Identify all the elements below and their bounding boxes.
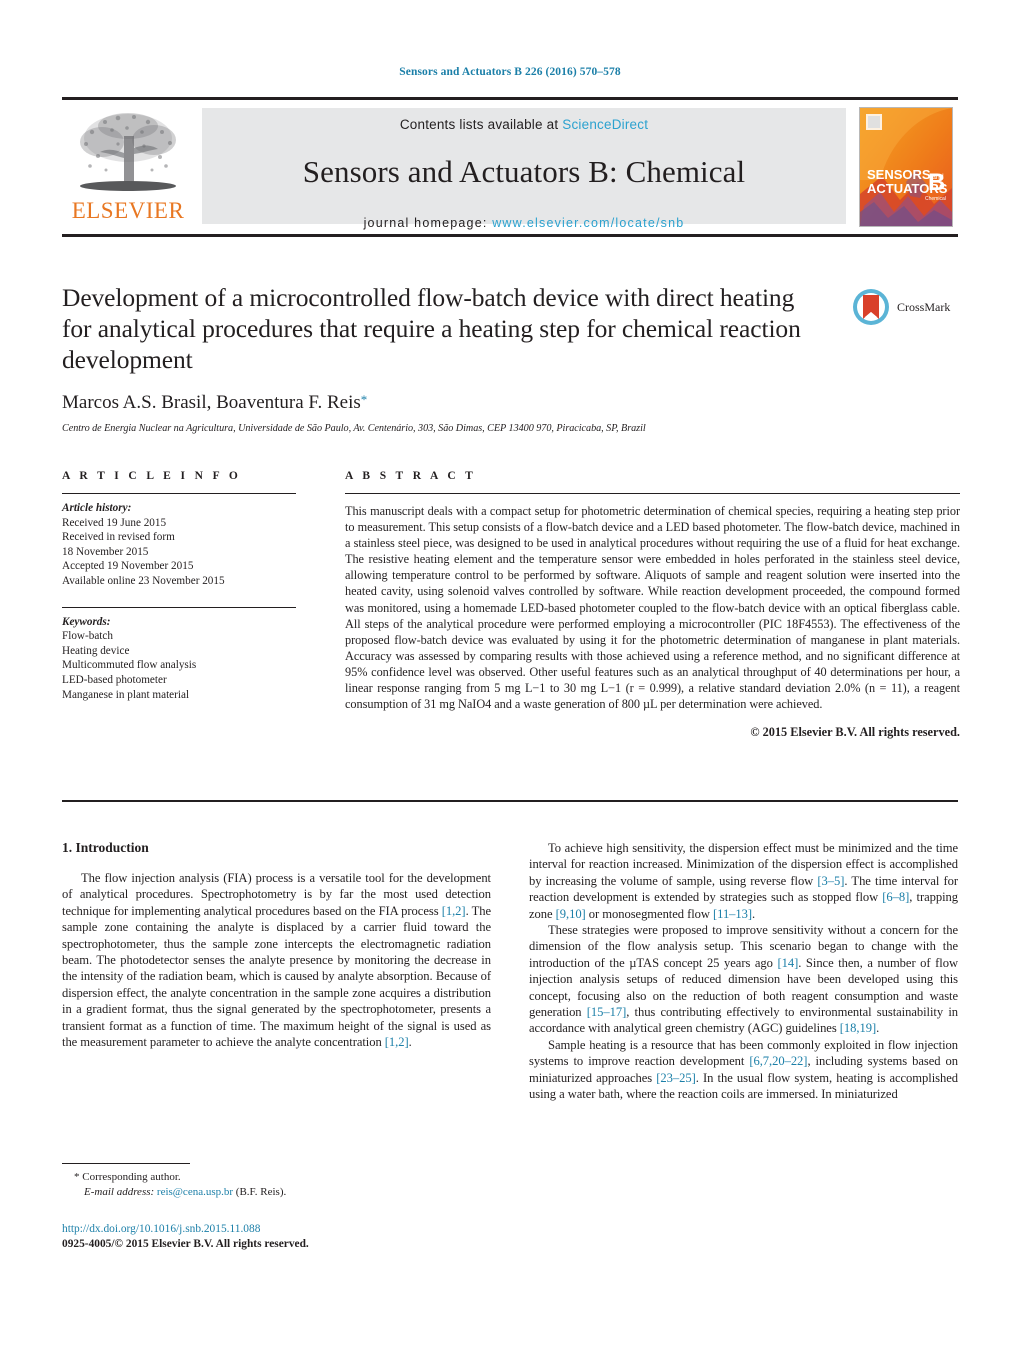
journal-cover-block: SENSORS and ACTUATORS B Chemical [854,100,958,234]
keyword-item: Heating device [62,644,130,657]
keywords-block: Keywords: Flow-batch Heating device Mult… [62,615,296,703]
citation-ref[interactable]: [23–25] [656,1071,696,1085]
citation-ref[interactable]: [15–17] [587,1005,627,1019]
homepage-prefix: journal homepage: [363,216,493,230]
paper-page: Sensors and Actuators B 226 (2016) 570–5… [0,0,1020,1351]
contents-prefix: Contents lists available at [399,117,563,132]
svg-text:SENSORS: SENSORS [867,167,931,182]
issn-copyright-line: 0925-4005/© 2015 Elsevier B.V. All right… [62,1238,309,1250]
abstract-column: A B S T R A C T This manuscript deals wi… [345,470,960,740]
corresponding-author-label: Corresponding author. [82,1171,181,1183]
body-columns: 1. Introduction The flow injection analy… [62,840,958,1103]
keyword-item: Manganese in plant material [62,688,190,701]
copyright-line: © 2015 Elsevier B.V. All rights reserved… [750,725,960,740]
email-link[interactable]: reis@cena.usp.br [157,1186,233,1198]
running-head: Sensors and Actuators B 226 (2016) 570–5… [399,66,621,78]
journal-cover-image: SENSORS and ACTUATORS B Chemical [859,107,953,227]
keyword-item: LED-based photometer [62,673,167,686]
crossmark-label: CrossMark [897,299,951,314]
affiliation: Centro de Energia Nuclear na Agricultura… [62,423,646,434]
svg-text:Chemical: Chemical [925,196,946,202]
elsevier-tree-icon [80,113,176,191]
history-item: Received 19 June 2015 [62,516,167,529]
doi-link[interactable]: http://dx.doi.org/10.1016/j.snb.2015.11.… [62,1222,522,1237]
text-run: or monosegmented flow [585,906,714,921]
text-run: . [752,906,756,921]
keyword-item: Multicommuted flow analysis [62,659,197,672]
intro-paragraph-right-2: These strategies were proposed to improv… [529,922,958,1037]
citation-ref[interactable]: [9,10] [556,907,586,921]
svg-text:B: B [928,169,945,196]
intro-paragraph-right-1: To achieve high sensitivity, the dispers… [529,840,958,922]
text-run: The flow injection analysis (FIA) proces… [62,871,491,918]
cover-artwork: SENSORS and ACTUATORS B Chemical [860,108,952,226]
crossmark-icon [853,289,889,325]
article-info-heading: A R T I C L E I N F O [62,470,242,482]
author-names: Marcos A.S. Brasil, Boaventura F. Reis [62,392,361,413]
page-title: Development of a microcontrolled flow-ba… [62,283,801,374]
intro-paragraph-left-1: The flow injection analysis (FIA) proces… [62,870,491,1050]
history-item: 18 November 2015 [62,545,149,558]
contents-available-line: Contents lists available at ScienceDirec… [400,117,648,132]
citation-ref[interactable]: [3–5] [817,874,844,888]
citation-ref[interactable]: [1,2] [385,1035,409,1049]
title-block: Development of a microcontrolled flow-ba… [62,282,822,434]
footnote-marker: * [74,1171,80,1183]
history-item: Received in revised form [62,531,175,544]
citation-ref[interactable]: [18,19] [840,1021,876,1035]
abstract-rule [345,493,960,494]
journal-title: Sensors and Actuators B: Chemical [302,154,746,189]
article-info-rule [62,493,296,494]
text-run: . [876,1021,880,1036]
email-label: E-mail address: [84,1185,155,1198]
article-info-column: A R T I C L E I N F O Article history: R… [62,470,296,702]
keywords-rule [62,606,296,608]
abstract-text: This manuscript deals with a compact set… [345,504,960,712]
author-list: Marcos A.S. Brasil, Boaventura F. Reis* [62,392,822,414]
keyword-item: Flow-batch [62,630,113,643]
masthead-center-band: Contents lists available at ScienceDirec… [202,108,846,230]
body-column-left: 1. Introduction The flow injection analy… [62,840,491,1103]
doi-block: http://dx.doi.org/10.1016/j.snb.2015.11.… [62,1222,522,1252]
introduction-heading: 1. Introduction [62,840,149,855]
footnote-block: * Corresponding author. E-mail address: … [62,1163,482,1199]
journal-masthead: ELSEVIER Contents lists available at Sci… [62,97,958,237]
abstract-heading: A B S T R A C T [345,470,477,482]
citation-ref[interactable]: [11–13] [713,907,752,921]
article-history-block: Article history: Received 19 June 2015 R… [62,501,296,589]
body-column-right: To achieve high sensitivity, the dispers… [529,840,958,1103]
footnote-rule [62,1163,190,1164]
corresponding-author-marker: * [360,392,368,407]
journal-homepage-line: journal homepage: www.elsevier.com/locat… [364,216,685,230]
sciencedirect-link[interactable]: ScienceDirect [562,117,648,132]
history-item: Accepted 19 November 2015 [62,560,194,573]
citation-ref[interactable]: [6–8] [882,890,909,904]
citation-ref[interactable]: [1,2] [442,904,466,918]
corresponding-author-note: * Corresponding author. E-mail address: … [62,1170,482,1199]
citation-ref[interactable]: [6,7,20–22] [749,1054,807,1068]
journal-homepage-link[interactable]: www.elsevier.com/locate/snb [492,216,684,230]
article-history-label: Article history: [62,502,132,514]
elsevier-wordmark: ELSEVIER [71,198,185,223]
history-item: Available online 23 November 2015 [62,574,225,587]
citation-ref[interactable]: [14] [778,956,799,970]
intro-paragraph-right-3: Sample heating is a resource that has be… [529,1037,958,1103]
text-run: . The sample zone containing the analyte… [62,903,491,1050]
text-run: . [408,1035,412,1050]
keywords-label: Keywords: [62,615,111,628]
elsevier-logo: ELSEVIER [62,100,194,234]
section-divider [62,800,958,802]
crossmark-badge[interactable]: CrossMark [851,285,959,329]
email-suffix: (B.F. Reis). [235,1185,287,1198]
